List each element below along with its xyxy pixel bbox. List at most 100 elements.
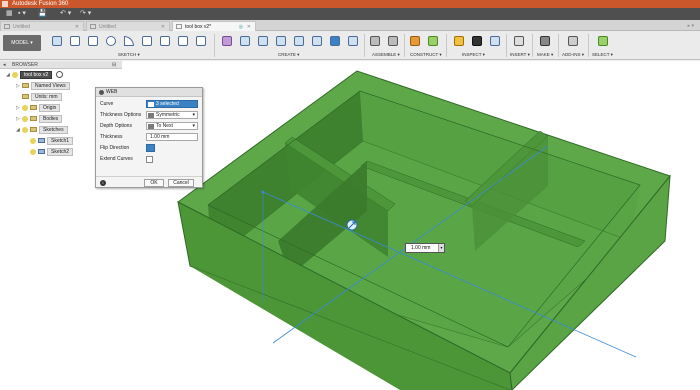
inspect-menu[interactable]: INSPECT ▾ <box>462 52 485 58</box>
sketch-menu[interactable]: SKETCH ▾ <box>118 52 140 58</box>
browser-root[interactable]: ◢ tool box v2 <box>6 71 63 80</box>
dialog-title: WEB <box>106 89 118 95</box>
folder-icon <box>30 105 37 111</box>
offset-icon[interactable] <box>176 34 190 48</box>
extrude-icon[interactable] <box>238 34 252 48</box>
ok-button[interactable]: OK <box>144 179 164 187</box>
select-icon[interactable] <box>596 34 610 48</box>
measure-icon[interactable] <box>452 34 466 48</box>
construct-menu[interactable]: CONSTRUCT ▾ <box>410 52 442 58</box>
curve-label: Curve <box>100 101 114 107</box>
circle-icon[interactable] <box>104 34 118 48</box>
divider <box>532 34 533 57</box>
sketch-create-icon[interactable] <box>50 34 64 48</box>
chevron-down-icon[interactable]: ▾ <box>438 244 444 252</box>
line-icon[interactable] <box>68 34 82 48</box>
dimension-icon[interactable] <box>140 34 154 48</box>
web-dialog: WEB Curve 3 selected Thickness Options S… <box>95 87 203 188</box>
tab-overflow-icon[interactable]: ▸ ▾ <box>688 21 694 31</box>
visibility-bulb-icon[interactable] <box>22 104 28 111</box>
file-menu-button[interactable]: ▪ ▾ <box>18 10 26 18</box>
revolve-icon[interactable] <box>256 34 270 48</box>
new-component-icon[interactable] <box>368 34 382 48</box>
thickness-label: Thickness <box>100 134 123 140</box>
visibility-bulb-icon[interactable] <box>30 137 36 144</box>
chevron-down-icon: ▾ <box>192 112 195 118</box>
sketch-icon <box>38 138 45 144</box>
folder-icon <box>30 116 37 122</box>
shell-icon[interactable] <box>292 34 306 48</box>
thickness-input[interactable]: 1.00 mm <box>146 133 198 141</box>
web-icon[interactable] <box>328 34 342 48</box>
hole-icon[interactable] <box>274 34 288 48</box>
tab-tool-box-v2[interactable]: tool box v2* ◎ ✕ <box>172 21 256 31</box>
assemble-menu[interactable]: ASSEMBLE ▾ <box>372 52 400 58</box>
divider <box>588 34 589 57</box>
browser-item-sketches[interactable]: ◢ Sketches <box>16 126 68 135</box>
browser-header[interactable]: ◂ BROWSER ⊟ <box>0 61 122 69</box>
fillet-sketch-icon[interactable] <box>194 34 208 48</box>
extend-curves-checkbox[interactable] <box>146 156 153 163</box>
browser-item-sketch2[interactable]: Sketch2 <box>30 148 74 157</box>
create-form-icon[interactable] <box>220 34 234 48</box>
canvas-thickness-input[interactable]: 1.00 mm ▾ <box>405 243 445 253</box>
app-icon <box>2 1 8 7</box>
collapse-icon[interactable]: ◂ <box>3 61 6 69</box>
visibility-bulb-icon[interactable] <box>12 71 18 78</box>
sketch-icon <box>38 149 45 155</box>
3d-print-icon[interactable] <box>538 34 552 48</box>
curve-selector[interactable]: 3 selected <box>146 100 198 108</box>
select-menu[interactable]: SELECT ▾ <box>592 52 613 58</box>
make-menu[interactable]: MAKE ▾ <box>537 52 553 58</box>
visibility-bulb-icon[interactable] <box>30 148 36 155</box>
insert-image-icon[interactable] <box>512 34 526 48</box>
visibility-bulb-icon[interactable] <box>22 115 28 122</box>
data-panel-icon[interactable]: ▦ <box>6 10 13 18</box>
browser-item-units[interactable]: Units: mm <box>16 93 62 102</box>
offset-plane-icon[interactable] <box>408 34 422 48</box>
tab-label: Untitled <box>13 24 30 30</box>
section-analysis-icon[interactable] <box>488 34 502 48</box>
redo-button[interactable]: ↷ ▾ <box>80 10 91 18</box>
joint-icon[interactable] <box>386 34 400 48</box>
scripts-addins-icon[interactable] <box>566 34 580 48</box>
addins-menu[interactable]: ADD-INS ▾ <box>562 52 584 58</box>
document-tab-bar: Untitled ✕ Untitled ✕ tool box v2* ◎ ✕ ▸… <box>0 20 700 31</box>
tab-untitled-1[interactable]: Untitled ✕ <box>0 21 84 31</box>
activate-radio-icon[interactable] <box>55 71 63 79</box>
trim-icon[interactable] <box>158 34 172 48</box>
fillet-icon[interactable] <box>310 34 324 48</box>
create-menu[interactable]: CREATE ▾ <box>278 52 299 58</box>
flip-direction-button[interactable] <box>146 144 155 152</box>
pattern-icon[interactable] <box>346 34 360 48</box>
info-icon[interactable]: i <box>100 180 106 186</box>
browser-item-named-views[interactable]: ▷ Named Views <box>16 82 70 91</box>
browser-item-sketch1[interactable]: Sketch1 <box>30 137 74 146</box>
quick-access-toolbar: ▦ ▪ ▾ 💾 ↶ ▾ ↷ ▾ <box>0 8 700 20</box>
tab-untitled-2[interactable]: Untitled ✕ <box>86 21 170 31</box>
depth-options-select[interactable]: To Next ▾ <box>146 122 198 130</box>
interference-icon[interactable] <box>470 34 484 48</box>
browser-item-bodies[interactable]: ▷ Bodies <box>16 115 63 124</box>
midplane-icon[interactable] <box>426 34 440 48</box>
cancel-button[interactable]: Cancel <box>168 179 194 187</box>
cursor-icon <box>148 102 154 107</box>
insert-menu[interactable]: INSERT ▾ <box>510 52 530 58</box>
thickness-options-label: Thickness Options <box>100 112 142 118</box>
thickness-options-select[interactable]: Symmetric ▾ <box>146 111 198 119</box>
arc-icon[interactable] <box>122 34 136 48</box>
extend-curves-label: Extend Curves <box>100 156 133 162</box>
pin-icon[interactable]: ⊟ <box>112 61 116 69</box>
collapse-icon[interactable] <box>99 90 104 95</box>
save-icon[interactable]: 💾 <box>38 10 47 18</box>
workspace-switcher[interactable]: MODEL ▾ <box>3 35 41 51</box>
toolbar-ribbon: MODEL ▾ SKETCH ▾ CREATE ▾ ASSEMBLE ▾ CON… <box>0 31 700 60</box>
browser-item-origin[interactable]: ▷ Origin <box>16 104 61 113</box>
visibility-bulb-icon[interactable] <box>22 126 28 133</box>
divider <box>364 34 365 57</box>
dialog-header[interactable]: WEB <box>96 88 202 97</box>
divider <box>446 34 447 57</box>
depth-options-label: Depth Options <box>100 123 132 129</box>
undo-button[interactable]: ↶ ▾ <box>60 10 71 18</box>
rectangle-icon[interactable] <box>86 34 100 48</box>
